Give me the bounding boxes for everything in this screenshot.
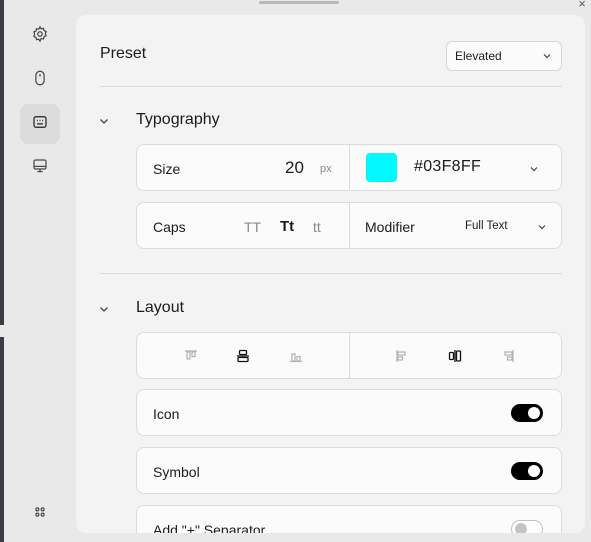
separator-toggle-switch[interactable] <box>511 520 543 533</box>
size-color-card: Size 20 px #03F8FF <box>136 144 562 191</box>
align-right-icon[interactable] <box>499 347 517 365</box>
caps-option-lowercase[interactable]: tt <box>313 219 321 235</box>
layout-collapse-chevron-icon[interactable] <box>98 303 110 315</box>
mouse-icon <box>31 69 49 92</box>
align-center-horizontal-icon[interactable] <box>446 347 464 365</box>
sidebar-item-keyboard[interactable] <box>20 104 60 144</box>
symbol-toggle-label: Symbol <box>153 464 200 480</box>
preset-select-value: Elevated <box>455 49 502 63</box>
icon-toggle-switch[interactable] <box>511 404 543 422</box>
layout-section-title: Layout <box>136 299 185 316</box>
size-value-input[interactable]: 20 <box>285 158 304 178</box>
align-top-icon[interactable] <box>182 347 200 365</box>
sidebar-item-settings[interactable] <box>20 16 60 56</box>
chevron-down-icon <box>543 54 551 59</box>
apps-grid-icon[interactable] <box>20 492 60 532</box>
keyboard-icon <box>31 113 49 136</box>
icon-toggle-label: Icon <box>153 406 180 422</box>
divider <box>100 86 562 87</box>
color-hex-value[interactable]: #03F8FF <box>414 158 481 176</box>
icon-toggle-row: Icon <box>136 389 562 436</box>
color-dropdown-chevron-icon[interactable] <box>529 164 539 174</box>
card-separator <box>349 145 350 190</box>
caps-option-titlecase[interactable]: Tt <box>280 218 294 235</box>
preset-label: Preset <box>100 45 147 62</box>
modifier-label: Modifier <box>365 219 415 235</box>
caps-option-uppercase[interactable]: TT <box>244 219 261 235</box>
card-separator <box>349 203 350 248</box>
divider <box>100 273 562 274</box>
settings-panel: Preset Elevated Typography Size 20 px #0… <box>76 15 585 533</box>
sidebar-item-display[interactable] <box>20 148 60 188</box>
separator-toggle-label: Add "+" Separator <box>153 522 266 533</box>
modifier-select[interactable]: Full Text <box>465 220 508 232</box>
symbol-toggle-switch[interactable] <box>511 462 543 480</box>
sidebar-rail <box>4 0 76 542</box>
drag-handle[interactable] <box>259 1 339 4</box>
caps-label: Caps <box>153 219 186 235</box>
typography-collapse-chevron-icon[interactable] <box>98 115 110 127</box>
sidebar-item-mouse[interactable] <box>20 60 60 100</box>
card-separator <box>349 333 350 378</box>
size-label: Size <box>153 161 181 177</box>
alignment-card <box>136 332 562 379</box>
symbol-toggle-row: Symbol <box>136 447 562 494</box>
color-swatch[interactable] <box>366 153 397 182</box>
gear-icon <box>31 25 49 48</box>
align-bottom-icon[interactable] <box>287 347 305 365</box>
align-center-vertical-icon[interactable] <box>234 347 252 365</box>
typography-section-title: Typography <box>136 111 220 128</box>
size-unit: px <box>320 163 332 175</box>
modifier-chevron-down-icon[interactable] <box>537 222 547 232</box>
preset-select[interactable]: Elevated <box>446 41 562 71</box>
close-icon[interactable]: × <box>574 0 590 12</box>
caps-modifier-card: Caps TT Tt tt Modifier Full Text <box>136 202 562 249</box>
monitor-icon <box>31 157 49 180</box>
align-left-icon[interactable] <box>393 347 411 365</box>
separator-toggle-row: Add "+" Separator <box>136 505 562 533</box>
